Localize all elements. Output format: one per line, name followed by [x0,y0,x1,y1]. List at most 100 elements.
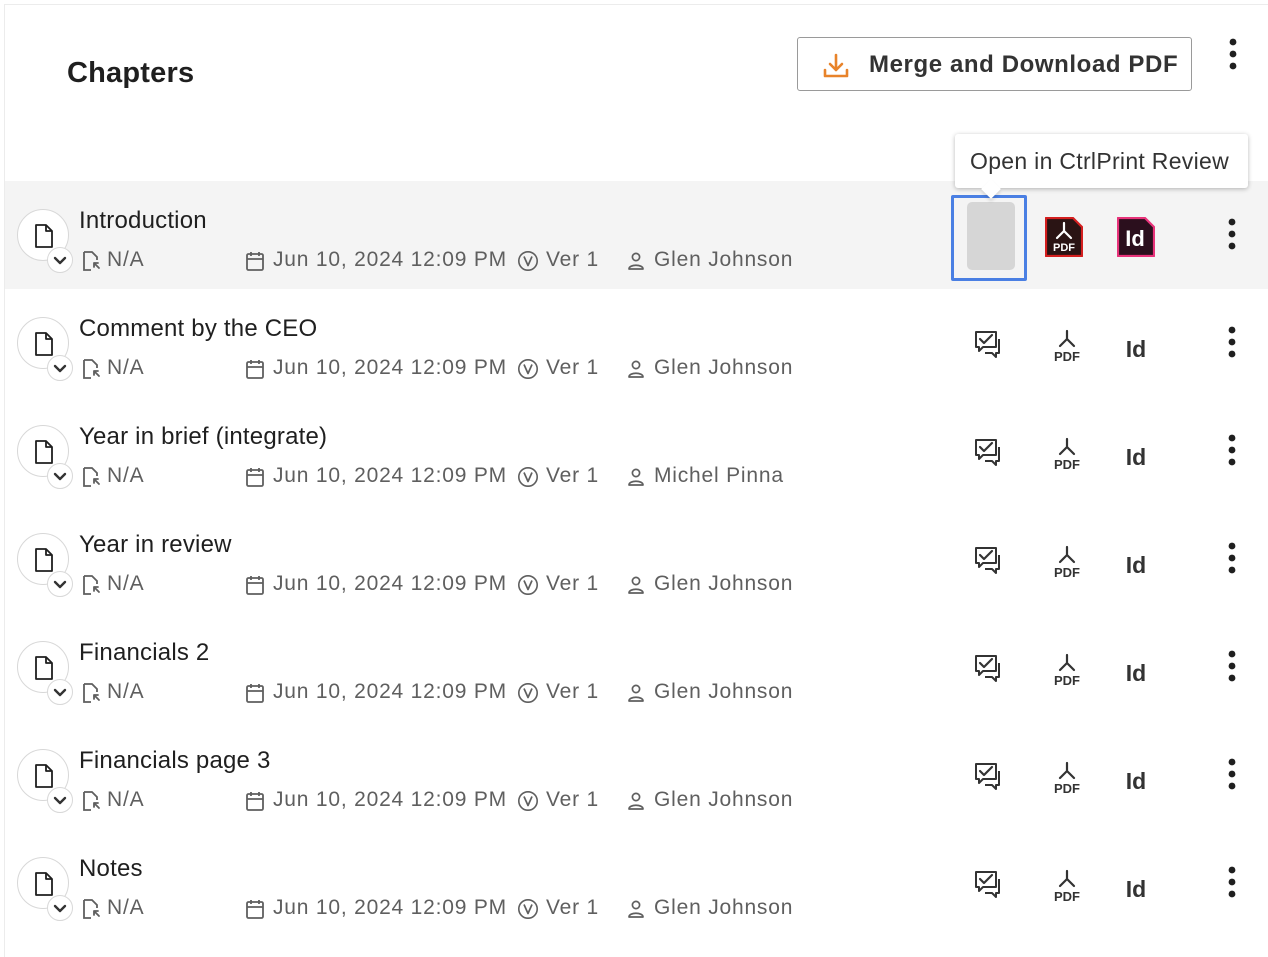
chapter-date: Jun 10, 2024 12:09 PM [273,680,507,703]
chapter-author: Glen Johnson [654,896,794,919]
chevron-down-icon[interactable] [47,247,73,273]
chapter-author: Glen Johnson [654,680,794,703]
person-icon [627,467,645,492]
chevron-down-icon[interactable] [47,679,73,705]
more-vert-icon[interactable] [1221,541,1243,577]
svg-text:Id: Id [1126,876,1146,902]
person-icon [627,683,645,708]
more-vert-icon[interactable] [1221,757,1243,793]
more-vert-icon[interactable] [1221,865,1243,901]
chapter-version: Ver 1 [546,464,600,487]
ctrlprint-review-icon[interactable] [973,437,1003,467]
pdf-icon[interactable]: PDF [1044,216,1084,258]
svg-text:Id: Id [1126,336,1146,362]
chapter-name[interactable]: Introduction [79,207,207,235]
file-status-icon [81,898,101,925]
merge-and-download-pdf-button[interactable]: Merge and Download PDF [797,37,1192,91]
pdf-icon[interactable]: PDF [1051,653,1083,689]
chevron-down-icon[interactable] [47,571,73,597]
chapter-version: Ver 1 [546,248,600,271]
indesign-icon[interactable]: Id [1123,549,1151,579]
chapter-status: N/A [107,896,145,919]
calendar-icon [245,574,265,601]
chapter-date: Jun 10, 2024 12:09 PM [273,248,507,271]
svg-text:PDF: PDF [1054,349,1080,364]
chapter-row[interactable]: Year in review N/A Jun 10, 2024 12:09 PM Ve… [5,505,1268,613]
svg-text:PDF: PDF [1054,781,1080,796]
file-status-icon [81,682,101,709]
calendar-icon [245,250,265,277]
chapter-version: Ver 1 [546,680,600,703]
more-vert-icon[interactable] [1221,37,1245,73]
chevron-down-icon[interactable] [47,463,73,489]
more-vert-icon[interactable] [1221,217,1243,253]
chapter-name[interactable]: Year in review [79,531,232,559]
chapter-row[interactable]: Notes N/A Jun 10, 2024 12:09 PM Ver 1 Glen J… [5,829,1268,937]
chapter-status: N/A [107,680,145,703]
indesign-icon[interactable]: Id [1123,657,1151,687]
chapter-version: Ver 1 [546,896,600,919]
chapter-date: Jun 10, 2024 12:09 PM [273,896,507,919]
chapter-row[interactable]: Year in brief (integrate) N/A Jun 10, 2024… [5,397,1268,505]
pdf-icon[interactable]: PDF [1051,869,1083,905]
ctrlprint-review-icon[interactable] [973,329,1003,359]
chapter-status: N/A [107,788,145,811]
chapter-version: Ver 1 [546,572,600,595]
chapter-row[interactable]: Financials page 3 N/A Jun 10, 2024 12:09 P… [5,721,1268,829]
file-status-icon [81,466,101,493]
chapter-author: Michel Pinna [654,464,784,487]
indesign-icon[interactable]: Id [1123,333,1151,363]
version-icon [517,466,539,493]
chapter-row[interactable]: Comment by the CEO N/A Jun 10, 2024 12:09 … [5,289,1268,397]
chapter-name[interactable]: Year in brief (integrate) [79,423,327,451]
more-vert-icon[interactable] [1221,433,1243,469]
indesign-icon[interactable]: Id [1123,873,1151,903]
pdf-icon[interactable]: PDF [1051,761,1083,797]
svg-text:PDF: PDF [1053,242,1075,254]
calendar-icon [245,682,265,709]
more-vert-icon[interactable] [1221,649,1243,685]
indesign-icon[interactable]: Id [1123,765,1151,795]
version-icon [517,574,539,601]
chevron-down-icon[interactable] [47,787,73,813]
chevron-down-icon[interactable] [47,355,73,381]
file-status-icon [81,358,101,385]
page-title: Chapters [67,57,195,89]
chapter-row[interactable]: Introduction N/A Jun 10, 2024 12:09 PM Ver … [5,181,1268,289]
chapter-author: Glen Johnson [654,572,794,595]
svg-text:Id: Id [1126,444,1146,470]
indesign-icon[interactable]: Id [1116,216,1156,258]
chapter-name[interactable]: Comment by the CEO [79,315,317,343]
svg-text:Id: Id [1126,552,1146,578]
ctrlprint-review-icon[interactable] [973,761,1003,791]
file-status-icon [81,574,101,601]
pdf-icon[interactable]: PDF [1051,329,1083,365]
pdf-icon[interactable]: PDF [1051,545,1083,581]
calendar-icon [245,358,265,385]
svg-text:PDF: PDF [1054,457,1080,472]
person-icon [627,899,645,924]
file-status-icon [81,250,101,277]
version-icon [517,358,539,385]
chapter-date: Jun 10, 2024 12:09 PM [273,572,507,595]
chapter-version: Ver 1 [546,356,600,379]
ctrlprint-review-icon[interactable] [973,545,1003,575]
chapter-name[interactable]: Financials 2 [79,639,209,667]
indesign-icon[interactable]: Id [1123,441,1151,471]
more-vert-icon[interactable] [1221,325,1243,361]
tooltip-text: Open in CtrlPrint Review [970,148,1230,174]
chapter-row[interactable]: Financials 2 N/A Jun 10, 2024 12:09 PM Ver … [5,613,1268,721]
pdf-icon[interactable]: PDF [1051,437,1083,473]
chapter-status: N/A [107,572,145,595]
chapter-status: N/A [107,464,145,487]
chapter-name[interactable]: Financials page 3 [79,747,271,775]
chevron-down-icon[interactable] [47,895,73,921]
chapter-status: N/A [107,356,145,379]
version-icon [517,682,539,709]
person-icon [627,791,645,816]
chapter-name[interactable]: Notes [79,855,143,883]
chapter-version: Ver 1 [546,788,600,811]
calendar-icon [245,466,265,493]
ctrlprint-review-icon[interactable] [973,653,1003,683]
ctrlprint-review-icon[interactable] [973,869,1003,899]
